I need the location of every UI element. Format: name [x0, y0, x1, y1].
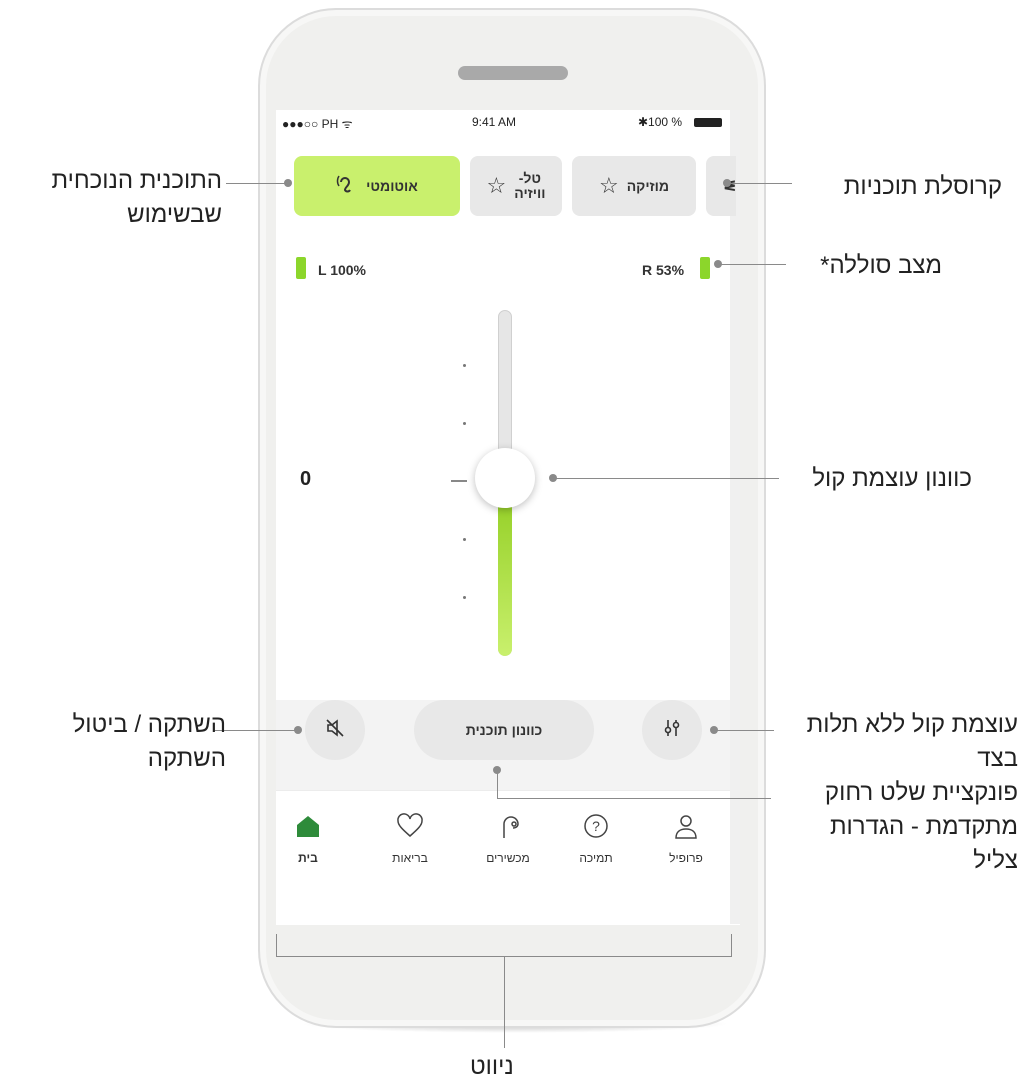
status-battery-icon: [694, 118, 722, 127]
callout-line-battery: [718, 264, 786, 265]
callout-line-carousel: [727, 183, 792, 184]
help-icon: ?: [582, 812, 610, 845]
program-tv-label-line2: וויזיה: [514, 185, 546, 201]
callout-split-line2: בצד: [977, 745, 1018, 772]
split-volume-button[interactable]: [642, 700, 702, 760]
callout-battery: מצב סוללה*: [820, 252, 942, 279]
program-tuning-button[interactable]: כוונון תוכנית: [414, 700, 594, 760]
screen-edge: [730, 110, 740, 924]
program-next-partial[interactable]: ᓬ: [706, 156, 736, 216]
program-tv[interactable]: טל- וויזיה ☆: [470, 156, 562, 216]
callout-dot: [284, 179, 292, 187]
nav-bracket-right: [731, 934, 732, 956]
callout-remote: פונקציית שלט רחוק מתקדמת - הגדרות צליל: [825, 776, 1018, 878]
battery-right-icon: [700, 257, 710, 279]
slider-tick: [463, 422, 466, 425]
callout-carousel: קרוסלת תוכניות: [843, 173, 1002, 200]
nav-label-home: בית: [298, 851, 318, 865]
callout-current-program: התוכנית הנוכחית שבשימוש: [52, 164, 222, 232]
program-automatic[interactable]: אוטומטי: [294, 156, 460, 216]
nav-label-profile: פרופיל: [669, 851, 703, 865]
battery-right-text: R 53%: [642, 262, 685, 278]
sliders-icon: [661, 717, 683, 744]
speaker-mute-icon: [324, 717, 346, 744]
ear-icon: [336, 172, 358, 200]
callout-line-mute: [214, 730, 298, 731]
nav-label-health: בריאות: [392, 851, 428, 865]
nav-item-profile[interactable]: פרופיל: [646, 812, 726, 865]
nav-item-support[interactable]: ? תמיכה: [556, 812, 636, 865]
star-icon: ☆: [598, 173, 619, 198]
person-icon: [672, 812, 700, 845]
callout-current-program-line1: התוכנית הנוכחית: [51, 167, 222, 194]
volume-value: 0: [300, 468, 312, 490]
phone-speaker: [458, 66, 568, 80]
nav-label-devices: מכשירים: [486, 851, 530, 865]
program-tv-label-line1: טל-: [518, 170, 542, 186]
battery-left-text: L 100%: [318, 262, 366, 278]
status-carrier: ●●●○○ PH ᯤ: [282, 117, 353, 131]
callout-line-current-program: [226, 183, 288, 184]
status-battery-text: ✱100 %: [638, 115, 683, 129]
callout-line-split: [714, 730, 774, 731]
svg-text:?: ?: [592, 818, 600, 834]
heart-icon: [396, 812, 424, 845]
callout-remote-line3: צליל: [973, 847, 1018, 874]
callout-split-line1: עוצמת קול ללא תלות: [806, 711, 1018, 738]
callout-line-remote: [497, 798, 771, 799]
volume-slider-knob[interactable]: [475, 448, 535, 508]
program-music-label: מוזיקה: [626, 178, 670, 194]
callout-mute-line1: השתקה / ביטול: [72, 711, 226, 738]
star-icon: ☆: [486, 173, 507, 198]
callout-current-program-line2: שבשימוש: [127, 201, 222, 228]
callout-remote-line1: פונקציית שלט רחוק: [824, 779, 1018, 806]
program-music[interactable]: מוזיקה ☆: [572, 156, 696, 216]
callout-dot: [294, 726, 302, 734]
nav-item-home[interactable]: בית: [268, 812, 348, 865]
callout-line-navigation: [504, 956, 505, 1048]
callout-split: עוצמת קול ללא תלות בצד: [807, 708, 1018, 776]
callout-line-remote-vertical: [497, 770, 498, 798]
callout-remote-line2: מתקדמת - הגדרות: [829, 813, 1018, 840]
slider-tick: [463, 538, 466, 541]
slider-tick: [463, 596, 466, 599]
battery-left-icon: [296, 257, 306, 279]
callout-volume: כוונון עוצמת קול: [812, 465, 972, 492]
nav-label-support: תמיכה: [579, 851, 613, 865]
mute-button[interactable]: [305, 700, 365, 760]
callout-mute-line2: השתקה: [147, 745, 226, 772]
nav-bracket-left: [276, 934, 277, 956]
program-automatic-label: אוטומטי: [366, 178, 418, 194]
slider-tick: [463, 364, 466, 367]
nav-item-health[interactable]: בריאות: [370, 812, 450, 865]
callout-line-volume: [553, 478, 779, 479]
slider-center-mark: [451, 480, 467, 482]
callout-mute: השתקה / ביטול השתקה: [73, 708, 226, 776]
nav-item-devices[interactable]: מכשירים: [468, 812, 548, 865]
status-time: 9:41 AM: [472, 115, 517, 129]
home-icon: [294, 812, 322, 845]
hearing-aid-icon: [494, 812, 522, 845]
callout-navigation: ניווט: [470, 1053, 514, 1080]
